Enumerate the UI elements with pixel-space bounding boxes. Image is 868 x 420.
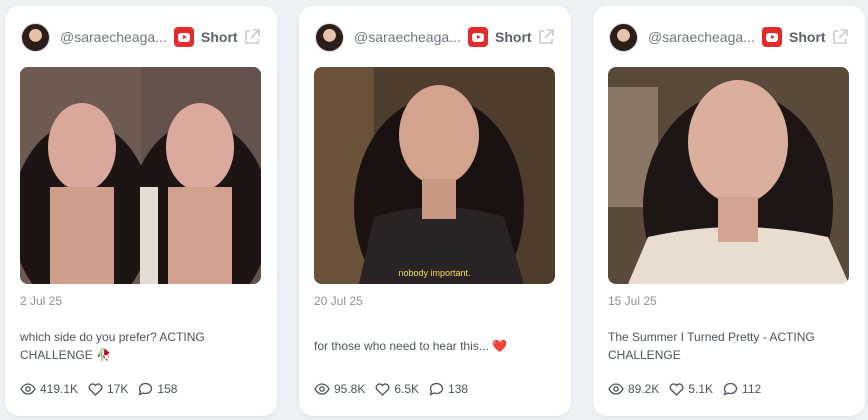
eye-icon bbox=[608, 383, 624, 395]
views-stat: 95.8K bbox=[314, 382, 365, 396]
external-link-icon[interactable] bbox=[243, 28, 261, 46]
youtube-icon bbox=[468, 27, 488, 47]
creator-handle[interactable]: @saraecheaga... bbox=[648, 29, 756, 45]
stats-row: 89.2K 5.1K 112 bbox=[608, 382, 771, 396]
youtube-icon bbox=[174, 27, 194, 47]
post-date: 2 Jul 25 bbox=[20, 294, 63, 308]
comment-icon bbox=[138, 382, 153, 396]
video-caption: The Summer I Turned Pretty - ACTING CHAL… bbox=[608, 330, 815, 362]
likes-stat: 5.1K bbox=[669, 382, 713, 396]
likes-count: 6.5K bbox=[394, 382, 420, 396]
views-stat: 419.1K bbox=[20, 382, 78, 396]
card-header: @saraecheaga... Short bbox=[21, 22, 261, 52]
stats-row: 95.8K 6.5K 138 bbox=[314, 382, 478, 396]
comments-stat: 112 bbox=[723, 382, 761, 396]
video-caption: for those who need to hear this... ❤️ bbox=[314, 339, 508, 353]
comment-icon bbox=[429, 382, 444, 396]
avatar[interactable] bbox=[315, 22, 344, 52]
platform-label: Short bbox=[789, 29, 826, 45]
likes-count: 5.1K bbox=[688, 382, 714, 396]
comments-stat: 158 bbox=[138, 382, 177, 396]
post-date: 20 Jul 25 bbox=[314, 294, 363, 308]
likes-stat: 6.5K bbox=[375, 382, 419, 396]
video-thumbnail[interactable] bbox=[20, 67, 261, 284]
likes-count: 17K bbox=[107, 382, 129, 396]
comment-icon bbox=[723, 382, 738, 396]
video-thumbnail[interactable] bbox=[608, 67, 849, 284]
heart-icon bbox=[88, 382, 103, 396]
eye-icon bbox=[314, 383, 330, 395]
video-thumbnail[interactable]: nobody important. bbox=[314, 67, 555, 284]
comments-stat: 138 bbox=[429, 382, 468, 396]
card-header: @saraecheaga... Short bbox=[315, 22, 555, 52]
video-subtitle: nobody important. bbox=[398, 268, 471, 278]
eye-icon bbox=[20, 383, 36, 395]
platform-label: Short bbox=[201, 29, 238, 45]
views-count: 419.1K bbox=[40, 382, 79, 396]
comments-count: 158 bbox=[157, 382, 178, 396]
comments-count: 138 bbox=[448, 382, 469, 396]
youtube-icon bbox=[762, 27, 782, 47]
heart-icon bbox=[669, 382, 684, 396]
stats-row: 419.1K 17K 158 bbox=[20, 382, 187, 396]
post-date: 15 Jul 25 bbox=[608, 294, 657, 308]
avatar[interactable] bbox=[21, 22, 50, 52]
views-count: 89.2K bbox=[628, 382, 660, 396]
video-card[interactable]: @saraecheaga... Short 15 Jul 25 The Summ… bbox=[593, 6, 865, 416]
external-link-icon[interactable] bbox=[831, 28, 849, 46]
platform-label: Short bbox=[495, 29, 532, 45]
creator-handle[interactable]: @saraecheaga... bbox=[60, 29, 168, 45]
comments-count: 112 bbox=[742, 382, 762, 396]
card-header: @saraecheaga... Short bbox=[609, 22, 849, 52]
likes-stat: 17K bbox=[88, 382, 128, 396]
video-card[interactable]: @saraecheaga... Short 2 Jul 25 which sid… bbox=[5, 6, 277, 416]
external-link-icon[interactable] bbox=[537, 28, 555, 46]
views-stat: 89.2K bbox=[608, 382, 659, 396]
views-count: 95.8K bbox=[334, 382, 366, 396]
heart-icon bbox=[375, 382, 390, 396]
creator-handle[interactable]: @saraecheaga... bbox=[354, 29, 462, 45]
video-caption: which side do you prefer? ACTING CHALLEN… bbox=[20, 330, 205, 362]
video-card[interactable]: @saraecheaga... Short nobody important. … bbox=[299, 6, 571, 416]
avatar[interactable] bbox=[609, 22, 638, 52]
